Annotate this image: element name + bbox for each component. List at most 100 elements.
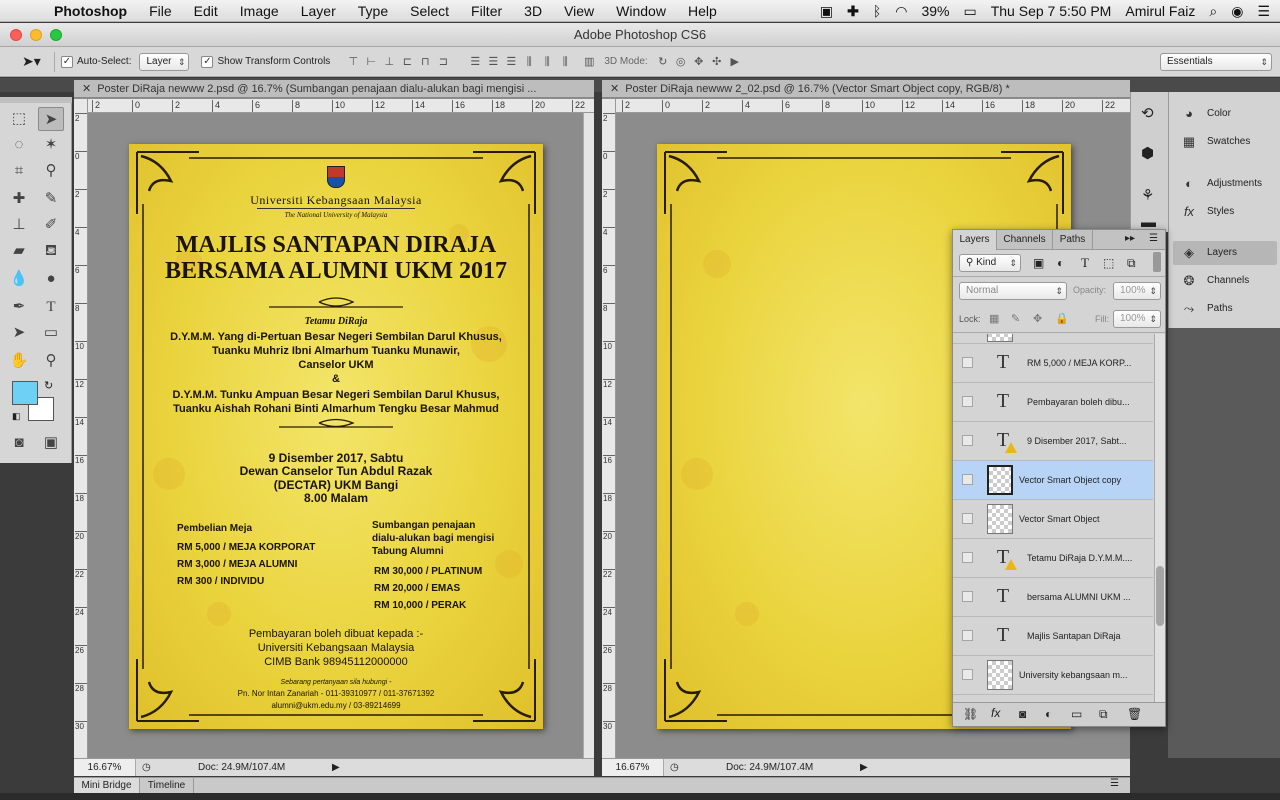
doc2-status-icon[interactable]: ◷ — [670, 759, 679, 776]
menu-filter[interactable]: Filter — [471, 3, 502, 19]
fill-field[interactable]: 100% — [1113, 310, 1161, 328]
visibility-toggle[interactable] — [962, 552, 973, 563]
layers-scrollbar[interactable] — [1154, 334, 1165, 702]
layer-row-selected[interactable]: Vector Smart Object copy — [953, 461, 1153, 500]
filter-adjustment-icon[interactable]: ◐ — [1057, 256, 1064, 270]
channels-tab[interactable]: Channels — [997, 230, 1053, 250]
menu-file[interactable]: File — [149, 3, 172, 19]
layers-tab[interactable]: Layers — [953, 230, 997, 250]
layer-row[interactable]: T Majlis Santapan DiRaja — [953, 617, 1153, 656]
magic-wand-tool-icon[interactable]: ✶ — [38, 133, 64, 157]
paths-tab[interactable]: Paths — [1053, 230, 1093, 250]
filter-type-icon[interactable]: T — [1081, 255, 1089, 271]
bottom-panel-menu-icon[interactable]: ☰ — [1110, 778, 1119, 789]
paint-bucket-tool-icon[interactable]: ⛾ — [38, 239, 64, 263]
3d-roll-icon[interactable]: ◎ — [672, 54, 690, 70]
panel-menu-icon[interactable]: ☰ — [1149, 233, 1158, 244]
battery-icon[interactable]: ▭ — [963, 3, 976, 20]
brush-tool-icon[interactable]: ✎ — [38, 187, 64, 211]
distribute-hcenter-icon[interactable]: ⫼ — [538, 54, 556, 70]
siri-icon[interactable]: ◉ — [1231, 3, 1243, 20]
clock[interactable]: Thu Sep 7 5:50 PM — [991, 3, 1112, 19]
brush-presets-icon[interactable]: ⚘ — [1141, 186, 1154, 204]
wifi-icon[interactable]: ◠ — [895, 3, 907, 20]
blend-mode-dropdown[interactable]: Normal — [959, 282, 1067, 300]
crop-tool-icon[interactable]: ⌗ — [6, 159, 32, 183]
visibility-toggle[interactable] — [962, 630, 973, 641]
distribute-right-icon[interactable]: ⫼ — [556, 54, 574, 70]
move-tool-icon[interactable]: ➤ — [38, 107, 64, 131]
eraser-tool-icon[interactable]: ▰ — [6, 239, 32, 263]
distribute-left-icon[interactable]: ⫼ — [520, 54, 538, 70]
align-left-icon[interactable]: ⊏ — [398, 54, 416, 70]
visibility-toggle[interactable] — [962, 513, 973, 524]
user-name[interactable]: Amirul Faiz — [1125, 3, 1195, 19]
delete-layer-icon[interactable]: 🗑 — [1127, 707, 1142, 721]
doc2-status-menu-icon[interactable]: ▶ — [860, 759, 868, 776]
doc1-vertical-scrollbar[interactable] — [583, 113, 594, 758]
menu-layer[interactable]: Layer — [301, 3, 336, 19]
doc1-status-menu-icon[interactable]: ▶ — [332, 759, 340, 776]
blur-tool-icon[interactable]: 💧 — [6, 267, 32, 291]
plus-icon[interactable]: ✚ — [847, 3, 859, 20]
pen-tool-icon[interactable]: ✒ — [6, 295, 32, 319]
layer-row[interactable]: T RM 5,000 / MEJA KORP... — [953, 344, 1153, 383]
visibility-toggle[interactable] — [962, 474, 973, 485]
layer-filter-dropdown[interactable]: ⚲ Kind — [959, 254, 1021, 272]
lock-position-icon[interactable]: ✥ — [1033, 312, 1042, 325]
align-right-icon[interactable]: ⊐ — [434, 54, 452, 70]
opacity-field[interactable]: 100% — [1113, 282, 1161, 300]
menu-3d[interactable]: 3D — [524, 3, 542, 19]
3d-rotate-icon[interactable]: ↻ — [654, 54, 672, 70]
evernote-icon[interactable]: ▣ — [820, 3, 833, 20]
filter-pixel-icon[interactable]: ▣ — [1033, 256, 1044, 270]
3d-pan-icon[interactable]: ✥ — [690, 54, 708, 70]
close-window-button[interactable] — [10, 29, 22, 41]
rectangle-tool-icon[interactable]: ▭ — [38, 321, 64, 345]
filter-toggle[interactable] — [1153, 252, 1161, 272]
new-layer-icon[interactable]: ⧉ — [1099, 707, 1108, 722]
menu-edit[interactable]: Edit — [194, 3, 218, 19]
visibility-toggle[interactable] — [962, 669, 973, 680]
align-bottom-icon[interactable]: ⊥ — [380, 54, 398, 70]
visibility-toggle[interactable] — [962, 396, 973, 407]
layers-panel-tab[interactable]: ◈ Layers — [1173, 241, 1277, 265]
menu-type[interactable]: Type — [358, 3, 388, 19]
3d-slide-icon[interactable]: ✣ — [708, 54, 726, 70]
clone-stamp-tool-icon[interactable]: ⊥ — [6, 213, 32, 237]
layer-row[interactable]: University kebangsaan m... — [953, 656, 1153, 695]
zoom-window-button[interactable] — [50, 29, 62, 41]
quick-mask-icon[interactable]: ◙ — [6, 431, 32, 455]
history-brush-tool-icon[interactable]: ✐ — [38, 213, 64, 237]
path-selection-tool-icon[interactable]: ➤ — [6, 321, 32, 345]
adjustments-panel-tab[interactable]: ◐ Adjustments — [1173, 172, 1277, 196]
auto-align-icon[interactable]: ▥ — [580, 54, 598, 70]
link-layers-icon[interactable]: ⛓ — [963, 707, 978, 721]
layer-row[interactable]: Vector Smart Object — [953, 500, 1153, 539]
default-colors-icon[interactable]: ◧ — [12, 411, 21, 422]
timeline-tab[interactable]: Timeline — [140, 778, 194, 793]
doc1-close-icon[interactable]: ✕ — [82, 83, 91, 95]
lock-transparency-icon[interactable]: ▦ — [989, 312, 999, 325]
lock-pixels-icon[interactable]: ✎ — [1011, 312, 1020, 325]
visibility-toggle[interactable] — [962, 435, 973, 446]
notification-center-icon[interactable]: ☰ — [1257, 3, 1270, 20]
workspace-dropdown[interactable]: Essentials — [1160, 53, 1272, 71]
layer-row[interactable]: Tbersama ALUMNI UKM ... — [953, 578, 1153, 617]
add-style-icon[interactable]: fx — [991, 706, 1000, 720]
menu-app-name[interactable]: Photoshop — [54, 3, 127, 19]
paths-panel-tab[interactable]: ⤳ Paths — [1173, 297, 1277, 321]
poster-canvas-1[interactable]: Universiti Kebangsaan Malaysia The Natio… — [129, 144, 543, 729]
filter-smart-object-icon[interactable]: ⧉ — [1127, 256, 1136, 271]
lasso-tool-icon[interactable]: ◌ — [6, 133, 32, 157]
zoom-tool-icon[interactable]: ⚲ — [38, 349, 64, 373]
add-mask-icon[interactable]: ◙ — [1019, 707, 1026, 721]
collapse-panel-icon[interactable]: ▸▸ — [1125, 233, 1135, 244]
new-adjustment-icon[interactable]: ◐ — [1045, 707, 1052, 721]
visibility-toggle[interactable] — [962, 591, 973, 602]
minimize-window-button[interactable] — [30, 29, 42, 41]
menu-window[interactable]: Window — [616, 3, 666, 19]
auto-select-checkbox[interactable]: ✓ — [61, 55, 73, 68]
hand-tool-icon[interactable]: ✋ — [6, 349, 32, 373]
menu-view[interactable]: View — [564, 3, 594, 19]
